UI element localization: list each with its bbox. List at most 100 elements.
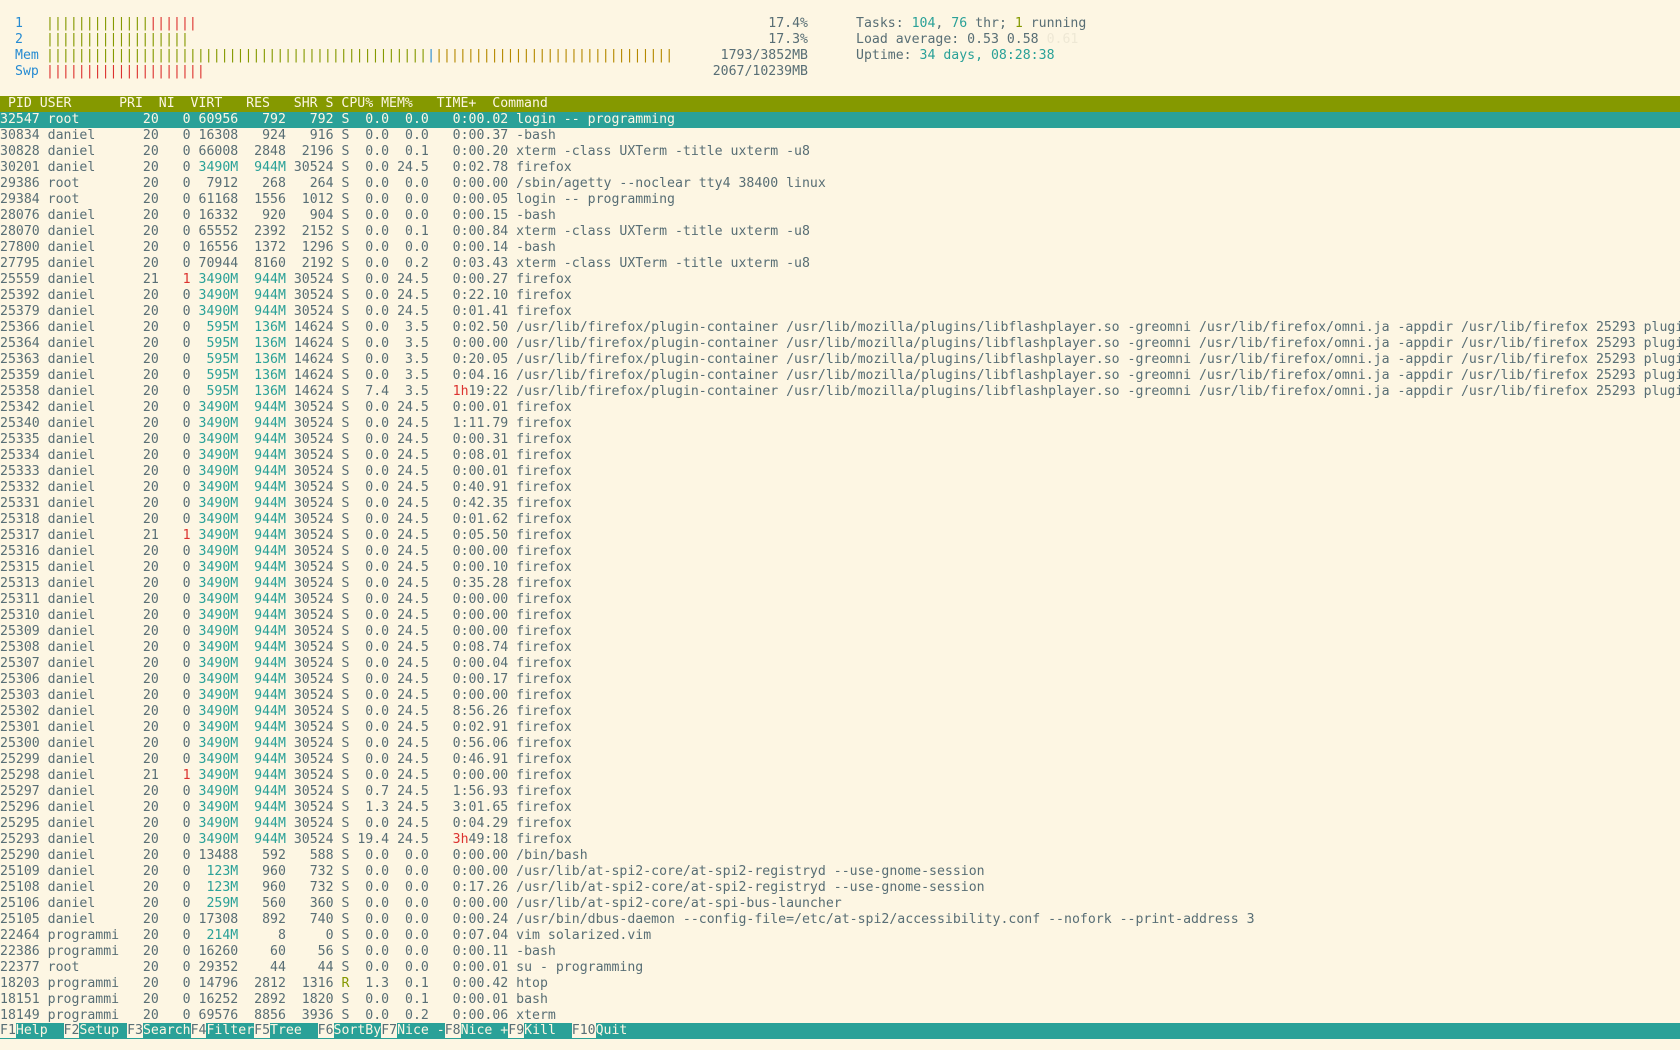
process-row[interactable]: 25302 daniel 20 0 3490M 944M 30524 S 0.0… <box>0 704 1680 720</box>
ni-cell: 1 <box>166 272 191 287</box>
process-row[interactable]: 25307 daniel 20 0 3490M 944M 30524 S 0.0… <box>0 656 1680 672</box>
res-cell: 944M <box>246 272 286 287</box>
process-row[interactable]: 25293 daniel 20 0 3490M 944M 30524 S 19.… <box>0 832 1680 848</box>
fkey-label[interactable]: Help <box>16 1023 64 1038</box>
command-cell: firefox <box>516 624 572 639</box>
fkey-label[interactable]: Search <box>143 1023 191 1038</box>
fkey-f3[interactable]: F3 <box>127 1023 143 1038</box>
process-row[interactable]: 25106 daniel 20 0 259M 560 360 S 0.0 0.0… <box>0 896 1680 912</box>
process-row[interactable]: 25298 daniel 21 1 3490M 944M 30524 S 0.0… <box>0 768 1680 784</box>
user-cell: daniel <box>47 720 128 735</box>
process-row[interactable]: 18203 programmi 20 0 14796 2812 1316 R 1… <box>0 976 1680 992</box>
process-row[interactable]: 30834 daniel 20 0 16308 924 916 S 0.0 0.… <box>0 128 1680 144</box>
process-row[interactable]: 25332 daniel 20 0 3490M 944M 30524 S 0.0… <box>0 480 1680 496</box>
process-list[interactable]: 32547 root 20 0 60956 792 792 S 0.0 0.0 … <box>0 112 1680 1024</box>
process-row[interactable]: 29386 root 20 0 7912 268 264 S 0.0 0.0 0… <box>0 176 1680 192</box>
virt-cell: 16252 <box>198 992 239 1007</box>
process-row[interactable]: 25333 daniel 20 0 3490M 944M 30524 S 0.0… <box>0 464 1680 480</box>
fkey-f6[interactable]: F6 <box>317 1023 334 1038</box>
fkey-f7[interactable]: F7 <box>381 1023 398 1038</box>
process-row[interactable]: 25379 daniel 20 0 3490M 944M 30524 S 0.0… <box>0 304 1680 320</box>
process-row[interactable]: 25306 daniel 20 0 3490M 944M 30524 S 0.0… <box>0 672 1680 688</box>
fkey-label[interactable]: Nice - <box>397 1023 445 1038</box>
process-row[interactable]: 25109 daniel 20 0 123M 960 732 S 0.0 0.0… <box>0 864 1680 880</box>
pid-cell: 25335 <box>0 432 48 447</box>
virt-cell: 3490M <box>198 496 239 511</box>
process-row[interactable]: 25301 daniel 20 0 3490M 944M 30524 S 0.0… <box>0 720 1680 736</box>
process-row[interactable]: 25303 daniel 20 0 3490M 944M 30524 S 0.0… <box>0 688 1680 704</box>
process-row[interactable]: 22464 programmi 20 0 214M 8 0 S 0.0 0.0 … <box>0 928 1680 944</box>
process-row[interactable]: 25366 daniel 20 0 595M 136M 14624 S 0.0 … <box>0 320 1680 336</box>
fkey-f8[interactable]: F8 <box>444 1023 461 1038</box>
process-row[interactable]: 25364 daniel 20 0 595M 136M 14624 S 0.0 … <box>0 336 1680 352</box>
virt-cell: 3490M <box>198 304 239 319</box>
ni-cell: 0 <box>166 416 191 431</box>
pri-cell: 20 <box>127 784 167 799</box>
process-row[interactable]: 28076 daniel 20 0 16332 920 904 S 0.0 0.… <box>0 208 1680 224</box>
process-row[interactable]: 25296 daniel 20 0 3490M 944M 30524 S 1.3… <box>0 800 1680 816</box>
process-row[interactable]: 30201 daniel 20 0 3490M 944M 30524 S 0.0… <box>0 160 1680 176</box>
res-cell: 136M <box>246 368 286 383</box>
process-row[interactable]: 27800 daniel 20 0 16556 1372 1296 S 0.0 … <box>0 240 1680 256</box>
fkey-label[interactable]: Filter <box>206 1023 254 1038</box>
process-row[interactable]: 22377 root 20 0 29352 44 44 S 0.0 0.0 0:… <box>0 960 1680 976</box>
pri-cell: 20 <box>127 256 167 271</box>
process-row[interactable]: 25295 daniel 20 0 3490M 944M 30524 S 0.0… <box>0 816 1680 832</box>
process-row[interactable]: 25105 daniel 20 0 17308 892 740 S 0.0 0.… <box>0 912 1680 928</box>
process-row[interactable]: 25316 daniel 20 0 3490M 944M 30524 S 0.0… <box>0 544 1680 560</box>
command-cell: xterm -class UXTerm -title uxterm -u8 <box>516 144 810 159</box>
process-row[interactable]: 25290 daniel 20 0 13488 592 588 S 0.0 0.… <box>0 848 1680 864</box>
process-row[interactable]: 25342 daniel 20 0 3490M 944M 30524 S 0.0… <box>0 400 1680 416</box>
process-row[interactable]: 18151 programmi 20 0 16252 2892 1820 S 0… <box>0 992 1680 1008</box>
process-row[interactable]: 25299 daniel 20 0 3490M 944M 30524 S 0.0… <box>0 752 1680 768</box>
fkey-label[interactable]: SortBy <box>334 1023 382 1038</box>
fkey-f5[interactable]: F5 <box>254 1023 271 1038</box>
process-row[interactable]: 30828 daniel 20 0 66008 2848 2196 S 0.0 … <box>0 144 1680 160</box>
process-row[interactable]: 25359 daniel 20 0 595M 136M 14624 S 0.0 … <box>0 368 1680 384</box>
process-row[interactable]: 25335 daniel 20 0 3490M 944M 30524 S 0.0… <box>0 432 1680 448</box>
process-row[interactable]: 25108 daniel 20 0 123M 960 732 S 0.0 0.0… <box>0 880 1680 896</box>
process-row[interactable]: 32547 root 20 0 60956 792 792 S 0.0 0.0 … <box>0 112 1680 128</box>
process-row[interactable]: 25311 daniel 20 0 3490M 944M 30524 S 0.0… <box>0 592 1680 608</box>
fkey-label[interactable]: Quit <box>596 1023 644 1038</box>
process-row[interactable]: 25358 daniel 20 0 595M 136M 14624 S 7.4 … <box>0 384 1680 400</box>
process-row[interactable]: 25318 daniel 20 0 3490M 944M 30524 S 0.0… <box>0 512 1680 528</box>
process-row[interactable]: 18149 programmi 20 0 69576 8856 3936 S 0… <box>0 1008 1680 1024</box>
fkey-label[interactable]: Nice + <box>461 1023 509 1038</box>
fkey-label[interactable]: Tree <box>270 1023 318 1038</box>
process-row[interactable]: 27795 daniel 20 0 70944 8160 2192 S 0.0 … <box>0 256 1680 272</box>
fkey-f9[interactable]: F9 <box>508 1023 525 1038</box>
fkey-label[interactable]: Setup <box>79 1023 127 1038</box>
pid-cell: 28076 <box>0 208 48 223</box>
process-row[interactable]: 25317 daniel 21 1 3490M 944M 30524 S 0.0… <box>0 528 1680 544</box>
fkey-f4[interactable]: F4 <box>190 1023 207 1038</box>
process-row[interactable]: 25315 daniel 20 0 3490M 944M 30524 S 0.0… <box>0 560 1680 576</box>
process-row[interactable]: 25340 daniel 20 0 3490M 944M 30524 S 0.0… <box>0 416 1680 432</box>
process-row[interactable]: 25559 daniel 21 1 3490M 944M 30524 S 0.0… <box>0 272 1680 288</box>
ni-cell: 0 <box>166 608 191 623</box>
process-row[interactable]: 25331 daniel 20 0 3490M 944M 30524 S 0.0… <box>0 496 1680 512</box>
process-row[interactable]: 25334 daniel 20 0 3490M 944M 30524 S 0.0… <box>0 448 1680 464</box>
process-row[interactable]: 25392 daniel 20 0 3490M 944M 30524 S 0.0… <box>0 288 1680 304</box>
process-row[interactable]: 25309 daniel 20 0 3490M 944M 30524 S 0.0… <box>0 624 1680 640</box>
fkey-f1[interactable]: F1 <box>0 1023 16 1038</box>
fkey-f2[interactable]: F2 <box>63 1023 80 1038</box>
ni-cell: 0 <box>166 656 191 671</box>
process-row[interactable]: 25313 daniel 20 0 3490M 944M 30524 S 0.0… <box>0 576 1680 592</box>
fkey-f10[interactable]: F10 <box>571 1023 596 1038</box>
process-row[interactable]: 25308 daniel 20 0 3490M 944M 30524 S 0.0… <box>0 640 1680 656</box>
cpu-cell: 0.0 <box>349 1008 398 1023</box>
process-row[interactable]: 25363 daniel 20 0 595M 136M 14624 S 0.0 … <box>0 352 1680 368</box>
process-row[interactable]: 29384 root 20 0 61168 1556 1012 S 0.0 0.… <box>0 192 1680 208</box>
process-row[interactable]: 25300 daniel 20 0 3490M 944M 30524 S 0.0… <box>0 736 1680 752</box>
process-row[interactable]: 25297 daniel 20 0 3490M 944M 30524 S 0.7… <box>0 784 1680 800</box>
process-row[interactable]: 28070 daniel 20 0 65552 2392 2152 S 0.0 … <box>0 224 1680 240</box>
process-row[interactable]: 25310 daniel 20 0 3490M 944M 30524 S 0.0… <box>0 608 1680 624</box>
res-cell: 136M <box>246 336 286 351</box>
process-row[interactable]: 22386 programmi 20 0 16260 60 56 S 0.0 0… <box>0 944 1680 960</box>
column-header[interactable]: PID USER PRI NI VIRT RES SHR S CPU% MEM%… <box>0 96 1680 112</box>
fkey-label[interactable]: Kill <box>524 1023 572 1038</box>
